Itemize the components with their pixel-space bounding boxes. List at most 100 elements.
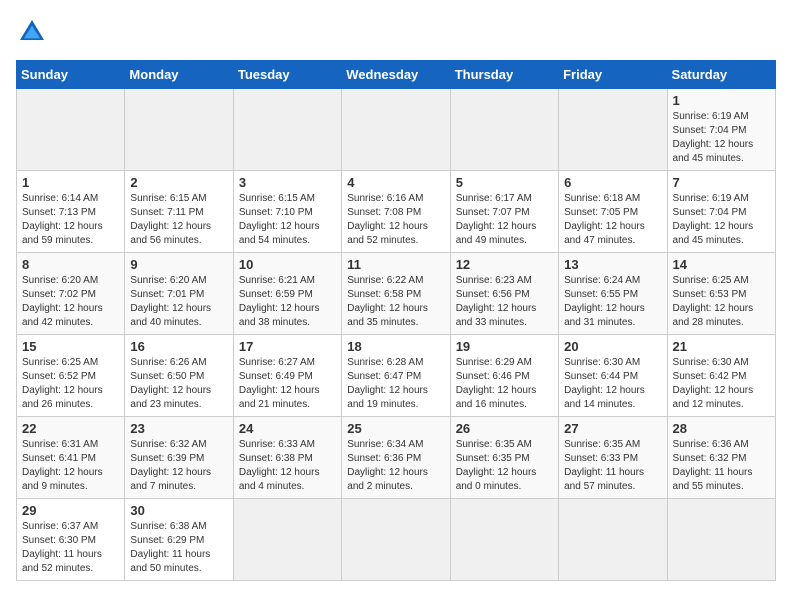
day-number: 27 [564,421,661,436]
header-row: SundayMondayTuesdayWednesdayThursdayFrid… [17,61,776,89]
day-number: 22 [22,421,119,436]
day-cell: 16Sunrise: 6:26 AM Sunset: 6:50 PM Dayli… [125,335,233,417]
day-cell [559,89,667,171]
day-info: Sunrise: 6:15 AM Sunset: 7:10 PM Dayligh… [239,192,336,248]
day-info: Sunrise: 6:29 AM Sunset: 6:46 PM Dayligh… [456,356,553,412]
day-cell: 10 Sunrise: 6:21 AM Sunset: 6:59 PM Dayli… [233,253,341,335]
day-info: Sunrise: 6:36 AM Sunset: 6:32 PM Dayligh… [673,438,770,494]
day-info: Sunrise: 6:20 AM Sunset: 7:02 PM Dayligh… [22,274,119,330]
day-info: Sunrise: 6:30 AM Sunset: 6:44 PM Dayligh… [564,356,661,412]
day-cell [667,499,775,581]
day-cell [342,89,450,171]
day-info: Sunrise: 6:14 AM Sunset: 7:13 PM Dayligh… [22,192,119,248]
day-info: Sunrise: 6:37 AM Sunset: 6:30 PM Dayligh… [22,520,119,576]
day-number: 6 [564,175,661,190]
col-header-monday: Monday [125,61,233,89]
day-info: Sunrise: 6:25 AM Sunset: 6:52 PM Dayligh… [22,356,119,412]
day-info: Sunrise: 6:15 AM Sunset: 7:11 PM Dayligh… [130,192,227,248]
day-cell: 17Sunrise: 6:27 AM Sunset: 6:49 PM Dayli… [233,335,341,417]
week-row-4: 22 Sunrise: 6:31 AM Sunset: 6:41 PM Dayli… [17,417,776,499]
col-header-saturday: Saturday [667,61,775,89]
day-cell: 5 Sunrise: 6:17 AM Sunset: 7:07 PM Daylig… [450,171,558,253]
day-cell: 27 Sunrise: 6:35 AM Sunset: 6:33 PM Dayli… [559,417,667,499]
day-info: Sunrise: 6:16 AM Sunset: 7:08 PM Dayligh… [347,192,444,248]
day-number: 29 [22,503,119,518]
day-cell [233,89,341,171]
day-cell: 24 Sunrise: 6:33 AM Sunset: 6:38 PM Dayli… [233,417,341,499]
day-info: Sunrise: 6:18 AM Sunset: 7:05 PM Dayligh… [564,192,661,248]
day-info: Sunrise: 6:22 AM Sunset: 6:58 PM Dayligh… [347,274,444,330]
day-info: Sunrise: 6:17 AM Sunset: 7:07 PM Dayligh… [456,192,553,248]
day-cell [342,499,450,581]
day-cell: 18Sunrise: 6:28 AM Sunset: 6:47 PM Dayli… [342,335,450,417]
col-header-friday: Friday [559,61,667,89]
day-cell: 4Sunrise: 6:16 AM Sunset: 7:08 PM Daylig… [342,171,450,253]
day-number: 9 [130,257,227,272]
day-cell: 22 Sunrise: 6:31 AM Sunset: 6:41 PM Dayli… [17,417,125,499]
day-cell: 19Sunrise: 6:29 AM Sunset: 6:46 PM Dayli… [450,335,558,417]
day-number: 21 [673,339,770,354]
day-number: 24 [239,421,336,436]
day-info: Sunrise: 6:33 AM Sunset: 6:38 PM Dayligh… [239,438,336,494]
day-number: 5 [456,175,553,190]
day-number: 12 [456,257,553,272]
day-number: 28 [673,421,770,436]
day-cell [450,499,558,581]
week-row-3: 15 Sunrise: 6:25 AM Sunset: 6:52 PM Dayli… [17,335,776,417]
day-number: 8 [22,257,119,272]
day-number: 23 [130,421,227,436]
day-cell: 30 Sunrise: 6:38 AM Sunset: 6:29 PM Dayli… [125,499,233,581]
col-header-wednesday: Wednesday [342,61,450,89]
day-cell: 2 Sunrise: 6:15 AM Sunset: 7:11 PM Daylig… [125,171,233,253]
day-info: Sunrise: 6:19 AM Sunset: 7:04 PM Dayligh… [673,110,770,166]
day-cell: 28 Sunrise: 6:36 AM Sunset: 6:32 PM Dayli… [667,417,775,499]
week-row-2: 8 Sunrise: 6:20 AM Sunset: 7:02 PM Daylig… [17,253,776,335]
day-info: Sunrise: 6:21 AM Sunset: 6:59 PM Dayligh… [239,274,336,330]
week-row-5: 29 Sunrise: 6:37 AM Sunset: 6:30 PM Dayli… [17,499,776,581]
logo [16,16,52,48]
day-info: Sunrise: 6:26 AM Sunset: 6:50 PM Dayligh… [130,356,227,412]
day-number: 26 [456,421,553,436]
day-cell: 9Sunrise: 6:20 AM Sunset: 7:01 PM Daylig… [125,253,233,335]
day-info: Sunrise: 6:31 AM Sunset: 6:41 PM Dayligh… [22,438,119,494]
day-number: 1 [673,93,770,108]
week-row-1: 1Sunrise: 6:14 AM Sunset: 7:13 PM Daylig… [17,171,776,253]
day-number: 11 [347,257,444,272]
day-cell: 6 Sunrise: 6:18 AM Sunset: 7:05 PM Daylig… [559,171,667,253]
header [16,16,776,48]
day-info: Sunrise: 6:28 AM Sunset: 6:47 PM Dayligh… [347,356,444,412]
day-cell: 14 Sunrise: 6:25 AM Sunset: 6:53 PM Dayli… [667,253,775,335]
day-cell: 20 Sunrise: 6:30 AM Sunset: 6:44 PM Dayli… [559,335,667,417]
day-info: Sunrise: 6:34 AM Sunset: 6:36 PM Dayligh… [347,438,444,494]
day-cell [233,499,341,581]
day-cell: 3 Sunrise: 6:15 AM Sunset: 7:10 PM Daylig… [233,171,341,253]
day-info: Sunrise: 6:27 AM Sunset: 6:49 PM Dayligh… [239,356,336,412]
day-cell: 29 Sunrise: 6:37 AM Sunset: 6:30 PM Dayli… [17,499,125,581]
day-number: 2 [130,175,227,190]
logo-icon [16,16,48,48]
day-info: Sunrise: 6:35 AM Sunset: 6:35 PM Dayligh… [456,438,553,494]
day-cell: 1 Sunrise: 6:19 AM Sunset: 7:04 PM Daylig… [667,89,775,171]
day-number: 15 [22,339,119,354]
day-info: Sunrise: 6:25 AM Sunset: 6:53 PM Dayligh… [673,274,770,330]
col-header-sunday: Sunday [17,61,125,89]
day-info: Sunrise: 6:35 AM Sunset: 6:33 PM Dayligh… [564,438,661,494]
day-number: 14 [673,257,770,272]
day-cell: 23Sunrise: 6:32 AM Sunset: 6:39 PM Dayli… [125,417,233,499]
day-number: 3 [239,175,336,190]
day-number: 25 [347,421,444,436]
day-cell: 1Sunrise: 6:14 AM Sunset: 7:13 PM Daylig… [17,171,125,253]
day-info: Sunrise: 6:23 AM Sunset: 6:56 PM Dayligh… [456,274,553,330]
day-cell: 12 Sunrise: 6:23 AM Sunset: 6:56 PM Dayli… [450,253,558,335]
day-info: Sunrise: 6:19 AM Sunset: 7:04 PM Dayligh… [673,192,770,248]
day-number: 20 [564,339,661,354]
day-cell [559,499,667,581]
col-header-tuesday: Tuesday [233,61,341,89]
col-header-thursday: Thursday [450,61,558,89]
day-number: 7 [673,175,770,190]
day-number: 10 [239,257,336,272]
day-cell: 15 Sunrise: 6:25 AM Sunset: 6:52 PM Dayli… [17,335,125,417]
day-info: Sunrise: 6:38 AM Sunset: 6:29 PM Dayligh… [130,520,227,576]
day-number: 30 [130,503,227,518]
day-cell: 21Sunrise: 6:30 AM Sunset: 6:42 PM Dayli… [667,335,775,417]
